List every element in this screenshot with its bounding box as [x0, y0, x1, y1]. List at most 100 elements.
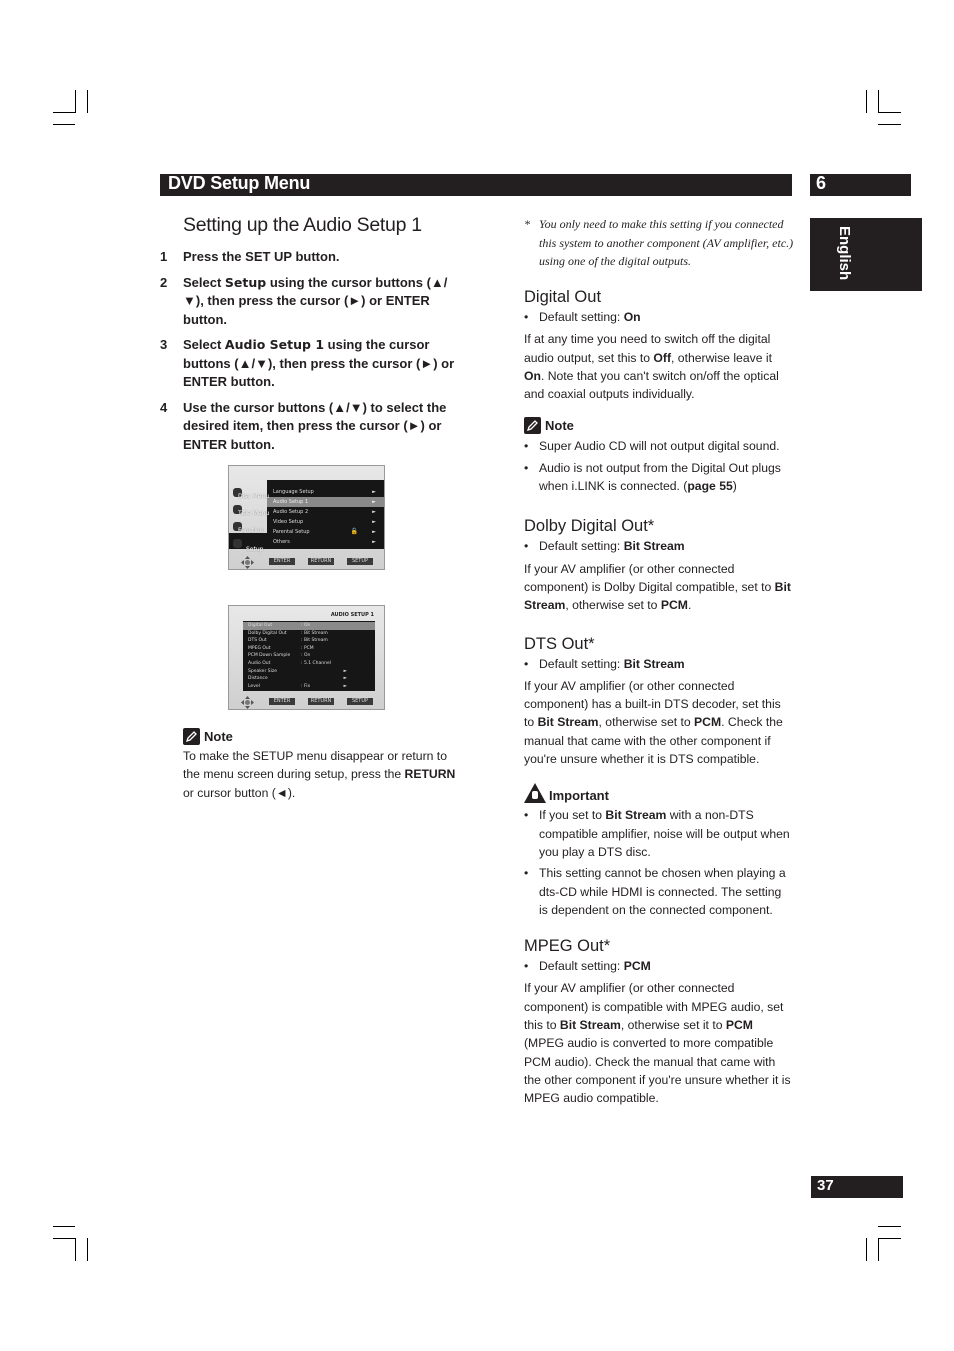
- text-run: , otherwise set to: [565, 598, 661, 613]
- bold-text: Audio Setup 1: [224, 337, 325, 352]
- text-run: If your AV amplifier (or other connected…: [524, 561, 775, 594]
- arrow-right-icon: ►: [372, 509, 376, 515]
- arrow-right-icon: ►: [372, 529, 376, 535]
- section-dts-out: DTS Out* • Default setting: Bit Stream If y…: [524, 635, 792, 920]
- default-value: Bit Stream: [623, 539, 685, 554]
- note-heading-text: Note: [204, 729, 233, 744]
- text-run: ): [732, 479, 737, 494]
- note-bullet: • Super Audio CD will not output digital …: [524, 437, 792, 455]
- bold-text: Bit Stream: [605, 808, 667, 823]
- remote-button-enter: ENTER: [269, 558, 295, 565]
- bold-text: On: [524, 368, 541, 383]
- setup-menu-label: Language Setup: [273, 489, 314, 495]
- bold-text: Bit Stream: [559, 1018, 621, 1033]
- dpad-icon: [241, 694, 254, 709]
- section-header-bar: DVD Setup Menu: [160, 173, 792, 196]
- step-item: 1 Press the SET UP button.: [160, 248, 460, 267]
- audio-setup-row: DTS Out : Bit Stream: [243, 637, 375, 645]
- arrow-right-icon: ►: [372, 519, 376, 525]
- audio-setup-value: : On: [301, 653, 311, 659]
- arrow-right-icon: ►: [343, 683, 347, 689]
- audio-setup-value: : Bit Stream: [301, 630, 328, 636]
- remote-button-return: RETURN: [308, 698, 334, 705]
- text-run: (MPEG audio is converted to more compati…: [524, 1036, 791, 1106]
- note-heading-text: Note: [545, 418, 574, 434]
- important-heading: Important: [524, 782, 792, 803]
- arrow-right-icon: ►: [372, 539, 376, 545]
- important-bullet: • This setting cannot be chosen when play…: [524, 864, 792, 919]
- step-number: 4: [160, 399, 168, 415]
- audio-setup-title: AUDIO SETUP 1: [330, 612, 374, 618]
- setup-menu-label: Parental Setup: [273, 529, 310, 535]
- bullet-icon: •: [524, 808, 529, 823]
- audio-setup-row: Level: Fix ►: [243, 683, 375, 691]
- default-value: Bit Stream: [623, 656, 685, 671]
- pencil-note-icon: [524, 417, 541, 435]
- section-note: Note • Super Audio CD will not output digi…: [524, 417, 792, 495]
- audio-setup-row: Distance ►: [243, 675, 375, 683]
- important-bullet-text: This setting cannot be chosen when playi…: [539, 864, 792, 919]
- bold-text: PCM: [725, 1018, 753, 1033]
- audio-setup-row: Speaker Size ►: [243, 668, 375, 676]
- audio-setup-row: Audio Out: 5.1 Channel: [243, 660, 375, 668]
- remote-button-return: RETURN: [308, 558, 334, 565]
- section-heading: MPEG Out*: [524, 937, 611, 956]
- setup-side-label: Title Menu: [238, 510, 270, 517]
- note-bullet: • Audio is not output from the Digital Ou…: [524, 459, 792, 496]
- default-label: Default setting:: [539, 959, 624, 974]
- text-run: If you set to: [539, 808, 606, 823]
- bold-text: Off: [653, 350, 672, 365]
- text-run: , otherwise set to: [598, 715, 695, 730]
- audio-setup-value: : Bit Stream: [301, 638, 328, 644]
- text-run: , otherwise set it to: [620, 1018, 726, 1033]
- text-run: Select: [183, 337, 225, 352]
- text-run: Audio is not output from the Digital Out…: [539, 460, 781, 494]
- setup-menu-screenshot: Language Setup ► Audio Setup 1 ► Audio Setup…: [228, 465, 385, 570]
- chapter-number: 6: [816, 173, 827, 193]
- text-run: Press the SET UP button.: [183, 249, 340, 264]
- setup-menu-panel: Language Setup ► Audio Setup 1 ► Audio Setup…: [267, 480, 384, 549]
- bullet-icon: •: [524, 866, 529, 881]
- default-setting-text: Default setting: Bit Stream: [539, 537, 685, 555]
- setup-menu-item: Language Setup ►: [267, 487, 384, 497]
- setup-menu-item: Audio Setup 1 ►: [267, 497, 384, 507]
- remote-button-setup: SETUP: [347, 558, 373, 565]
- arrow-right-icon: ►: [343, 676, 347, 682]
- audio-setup-label: Level: [248, 683, 260, 689]
- step-number: 3: [160, 337, 168, 352]
- section-body: If your AV amplifier (or other connected…: [524, 560, 792, 615]
- bullet-icon: •: [524, 310, 529, 324]
- page-number-bar: 37: [811, 1176, 903, 1198]
- default-setting: • Default setting: PCM: [524, 957, 792, 975]
- audio-setup-label: Distance: [248, 676, 268, 682]
- section-heading: Dolby Digital Out*: [524, 517, 655, 536]
- footnote-mark: *: [524, 217, 530, 231]
- setup-menu-item: Audio Setup 2 ►: [267, 507, 384, 517]
- default-setting: • Default setting: Bit Stream: [524, 655, 792, 673]
- right-sections: Digital Out • Default setting: On If at any…: [524, 288, 792, 1108]
- bold-text: Bit Stream: [537, 715, 599, 730]
- important-box: Important • If you set to Bit Stream with …: [524, 782, 792, 919]
- audio-setup-label: DTS Out: [248, 638, 267, 644]
- note-text: To make the SETUP menu disappear or retu…: [183, 747, 463, 802]
- bold-text: Setup: [224, 274, 267, 290]
- setup-menu-label: Others: [273, 539, 290, 545]
- default-label: Default setting:: [539, 656, 624, 671]
- language-tab: English: [810, 218, 922, 291]
- text-run: Super Audio CD will not output digital s…: [539, 439, 780, 454]
- setup-menu-item: Others ►: [267, 537, 384, 547]
- setup-side-label: Function: [238, 527, 264, 534]
- audio-setup-label: Digital Out: [248, 623, 273, 628]
- section-body: If at any time you need to switch off th…: [524, 330, 792, 403]
- default-value: On: [623, 310, 641, 324]
- audio-setup-panel: Digital Out : On Dolby Digital Out: Bit St…: [243, 621, 375, 691]
- dpad-icon: [241, 554, 254, 569]
- step-item: 4 Use the cursor buttons (▲/▼) to select …: [160, 399, 460, 455]
- text-run: Use the cursor buttons (▲/▼) to select t…: [183, 399, 447, 452]
- bullet-icon: •: [524, 539, 529, 554]
- audio-setup-row: Dolby Digital Out: Bit Stream: [243, 630, 375, 638]
- left-note: Note To make the SETUP menu disappear or…: [183, 728, 463, 802]
- text-run: or cursor button (◄).: [183, 785, 296, 800]
- footnote: * You only need to make this setting if …: [524, 215, 794, 271]
- section-digital-out: Digital Out • Default setting: On If at any…: [524, 288, 792, 495]
